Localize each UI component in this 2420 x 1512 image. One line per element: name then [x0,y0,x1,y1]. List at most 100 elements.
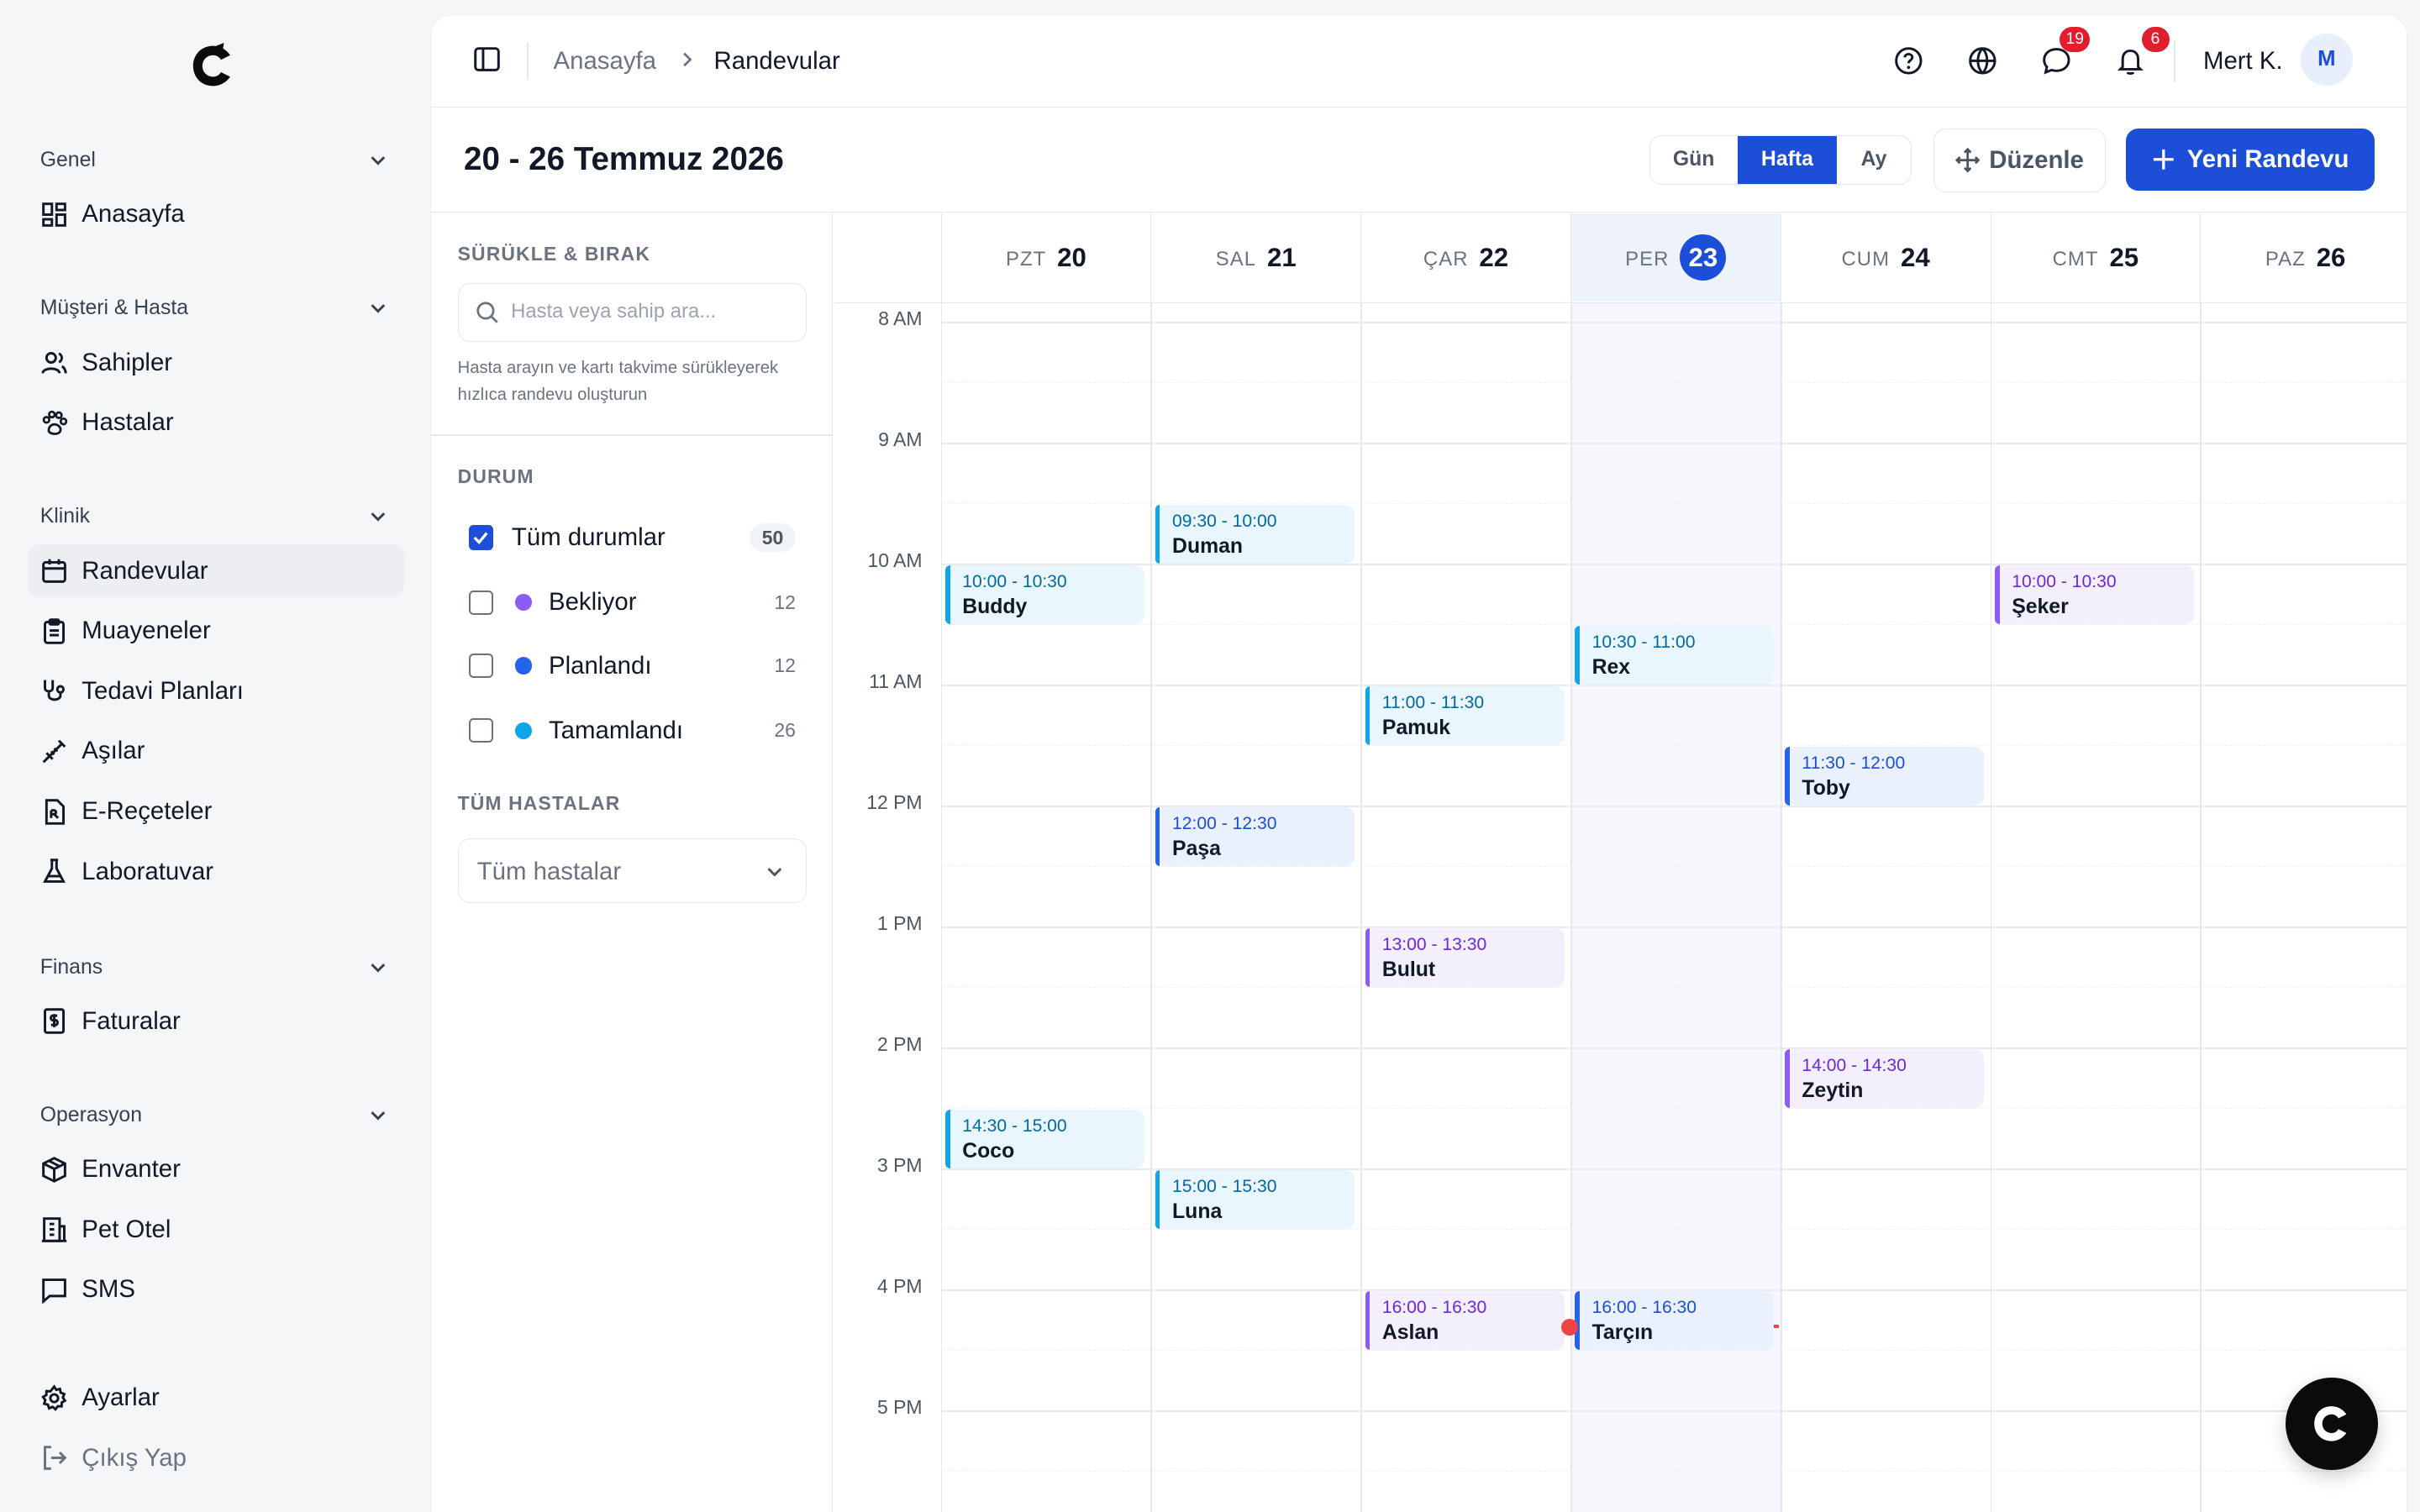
appointment-patient: Toby [1802,776,1850,800]
appointment-card[interactable]: 10:00 - 10:30 Buddy [945,564,1144,624]
appointment-card[interactable]: 09:30 - 10:00 Duman [1155,504,1355,564]
day-header-paz[interactable]: PAZ 26 [2200,213,2408,302]
status-filter-bekliyor[interactable]: Bekliyor 12 [468,584,796,621]
section-operasyon[interactable]: Operasyon [40,1100,389,1131]
hour-line [942,1047,2409,1049]
status-dot [514,594,532,612]
status-filter-tamamlandi[interactable]: Tamamlandı 26 [468,712,796,749]
sidebar-item-sahipler[interactable]: Sahipler [28,336,404,388]
appointment-patient: Paşa [1172,837,1221,860]
sidebar-toggle-icon[interactable] [473,45,501,73]
half-hour-line [942,1470,2409,1473]
main-panel: Anasayfa Randevular 19 6 Mert K. M 20 - … [430,13,2409,1512]
appointment-patient: Bulut [1381,958,1436,981]
breadcrumb-home[interactable]: Anasayfa [554,47,656,76]
status-filter-all[interactable]: Tüm durumlar 50 [468,519,796,556]
message-icon [41,1278,66,1304]
status-dot [514,722,532,739]
messages-badge: 19 [2060,27,2091,52]
day-name: ÇAR [1423,247,1469,270]
appointment-time: 15:00 - 15:30 [1172,1177,1277,1197]
day-header-cum[interactable]: CUM 24 [1780,213,1991,302]
day-header-cmt[interactable]: CMT 25 [1990,213,2201,302]
paw-icon [42,410,67,435]
patients-select[interactable]: Tüm hastalar [457,838,807,904]
sidebar-item-anasayfa[interactable]: Anasayfa [28,188,404,240]
sidebar-item-e-receteler[interactable]: E-Reçeteler [28,785,404,837]
appointment-patient: Rex [1591,655,1631,679]
appointment-card[interactable]: 10:00 - 10:30 Şeker [1995,564,2194,624]
appointment-card[interactable]: 12:00 - 12:30 Paşa [1155,806,1355,866]
appointment-card[interactable]: 13:00 - 13:30 Bulut [1365,927,1565,987]
sidebar-item-tedavi-planlari[interactable]: Tedavi Planları [28,665,404,717]
appointment-card[interactable]: 11:30 - 12:00 Toby [1785,746,1985,806]
time-label: 11 AM [869,670,923,693]
appointment-card[interactable]: 16:00 - 16:30 Tarçın [1575,1290,1775,1350]
hotel-icon [41,1217,66,1243]
sidebar-item-cikis-yap[interactable]: Çıkış Yap [28,1431,404,1483]
bell-icon[interactable] [2115,45,2146,76]
new-appointment-button[interactable]: Yeni Randevu [2126,129,2375,191]
assistant-fab[interactable] [2286,1378,2379,1471]
sidebar-item-label: Sahipler [82,348,173,376]
section-genel[interactable]: Genel [40,145,389,176]
view-day-button[interactable]: Gün [1650,136,1738,184]
view-week-button[interactable]: Hafta [1737,135,1838,184]
day-header-sal[interactable]: SAL 21 [1150,213,1360,302]
status-filter-planlandi[interactable]: Planlandı 12 [468,648,796,685]
half-hour-line [942,1349,2409,1352]
divider [527,42,529,80]
day-header-pzt[interactable]: PZT 20 [940,213,1151,302]
sidebar-item-ayarlar[interactable]: Ayarlar [28,1372,404,1424]
sidebar-item-envanter[interactable]: Envanter [28,1143,404,1195]
appointment-card[interactable]: 14:30 - 15:00 Coco [945,1109,1144,1168]
day-header-per[interactable]: PER 23 [1570,213,1781,302]
sidebar-item-asilar[interactable]: Aşılar [28,725,404,777]
users-icon [41,352,67,375]
day-name: CMT [2052,247,2099,270]
edit-button[interactable]: Düzenle [1933,129,2107,192]
checkbox[interactable] [468,653,493,679]
sidebar-item-hastalar[interactable]: Hastalar [28,396,404,449]
search-input[interactable] [511,296,789,328]
appointment-card[interactable]: 16:00 - 16:30 Aslan [1365,1290,1565,1350]
app-logo-icon[interactable] [192,43,234,89]
section-klinik[interactable]: Klinik [40,501,389,533]
appointment-patient: Luna [1172,1200,1223,1223]
user-name[interactable]: Mert K. [2203,47,2283,76]
hour-line [942,442,2409,444]
appointment-time: 11:30 - 12:00 [1802,753,1906,774]
status-label: Tamamlandı [549,716,683,744]
checkbox[interactable] [468,525,493,550]
checkbox[interactable] [468,590,493,615]
sidebar-item-sms[interactable]: SMS [28,1263,404,1315]
breadcrumb-current: Randevular [713,47,840,76]
globe-icon[interactable] [1967,45,1998,76]
appointment-time: 14:00 - 14:30 [1802,1056,1907,1076]
appointment-card[interactable]: 10:30 - 11:00 Rex [1575,625,1775,685]
section-musteri-hasta[interactable]: Müşteri & Hasta [40,293,389,324]
sidebar-item-pet-otel[interactable]: Pet Otel [28,1204,404,1256]
section-finans[interactable]: Finans [40,952,389,983]
invoice-icon [43,1008,65,1035]
grid-line [1360,302,1362,1512]
status-title: DURUM [457,465,534,487]
view-month-button[interactable]: Ay [1837,136,1911,184]
appointment-card[interactable]: 11:00 - 11:30 Pamuk [1365,685,1565,745]
day-name: SAL [1215,247,1257,270]
sidebar-item-randevular[interactable]: Randevular [28,544,405,597]
patient-search[interactable] [457,283,807,342]
logout-icon [43,1446,67,1470]
help-icon[interactable] [1893,45,1924,76]
appointment-card[interactable]: 15:00 - 15:30 Luna [1155,1169,1355,1229]
avatar[interactable]: M [2300,33,2354,86]
sidebar-item-laboratuvar[interactable]: Laboratuvar [28,846,404,898]
time-label: 9 AM [878,428,923,451]
day-name: PZT [1005,247,1047,270]
checkbox[interactable] [468,718,493,743]
appointment-time: 13:00 - 13:30 [1381,935,1487,955]
day-header-çar[interactable]: ÇAR 22 [1360,213,1570,302]
sidebar-item-faturalar[interactable]: Faturalar [28,995,404,1047]
sidebar-item-muayeneler[interactable]: Muayeneler [28,605,404,657]
appointment-card[interactable]: 14:00 - 14:30 Zeytin [1785,1048,1985,1108]
